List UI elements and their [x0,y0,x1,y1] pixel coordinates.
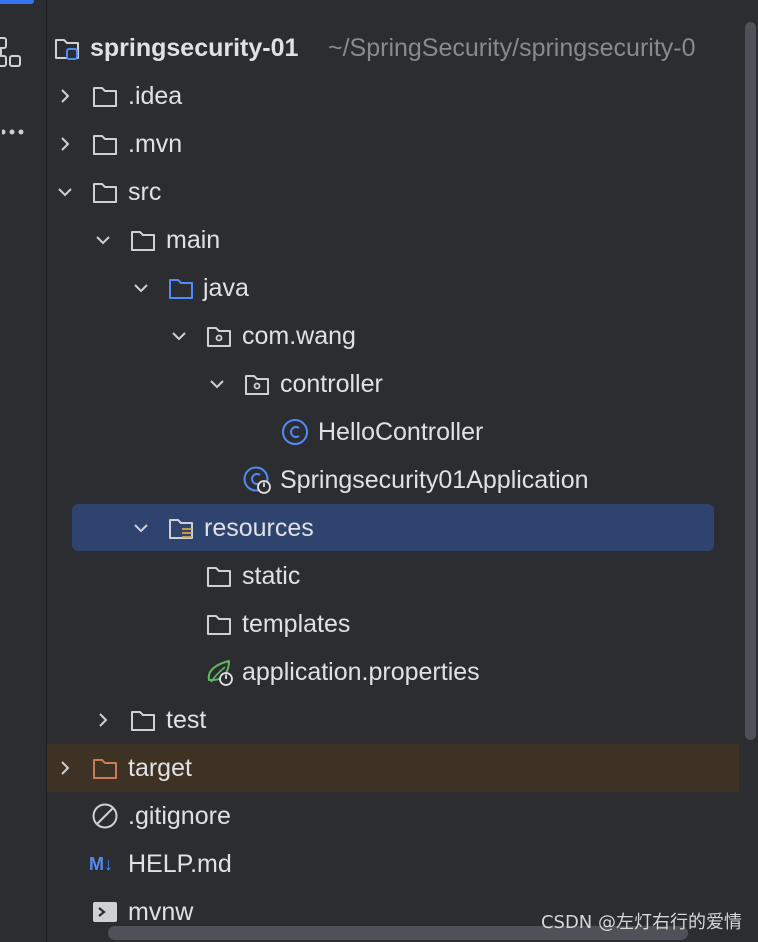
tree-label: .gitignore [128,802,231,830]
folder-icon [131,231,155,251]
tree-label: static [242,562,301,590]
folder-icon [207,567,231,587]
watermark: CSDN @左灯右行的爱情 [540,912,742,933]
source-folder-icon [169,279,193,299]
tree-label: resources [204,514,314,542]
tree-label: mvnw [128,898,194,926]
tree-row-resources[interactable]: resources [47,504,739,552]
tree-row-templates[interactable]: templates [47,600,739,648]
folder-icon [207,615,231,635]
chevron-down-icon[interactable] [169,326,189,346]
tree-label: HELP.md [128,850,232,878]
tree-label: main [166,226,221,254]
chevron-down-icon[interactable] [131,518,151,538]
chevron-right-icon[interactable] [55,758,75,778]
tree-row-package-controller[interactable]: controller [47,360,739,408]
tree-row-main[interactable]: main [47,216,739,264]
project-tree: springsecurity-01 ~/SpringSecurity/sprin… [47,0,758,942]
tree-label: application.properties [242,658,480,686]
spring-properties-icon [207,660,233,686]
tree-row-help-md[interactable]: M↓ HELP.md [47,840,739,888]
ignore-file-icon [92,803,118,829]
folder-icon [93,183,117,203]
tree-row-application-properties[interactable]: application.properties [47,648,739,696]
chevron-right-icon[interactable] [55,134,75,154]
tree-label: .idea [128,82,183,110]
spring-boot-app-icon [243,466,271,494]
tree-row-gitignore[interactable]: .gitignore [47,792,739,840]
tree-row-java[interactable]: java [47,264,739,312]
tree-row-target[interactable]: target [47,744,739,792]
tree-label: templates [242,610,351,638]
tree-label: src [128,178,162,206]
tree-row-hello-controller[interactable]: HelloController [47,408,739,456]
folder-icon [93,87,117,107]
class-icon [282,419,308,445]
more-icon[interactable] [2,124,26,140]
excluded-folder-icon [93,759,117,779]
folder-icon [131,711,155,731]
structure-icon[interactable] [0,36,24,72]
tree-label: target [128,754,192,782]
chevron-right-icon[interactable] [55,86,75,106]
project-path: ~/SpringSecurity/springsecurity-0 [328,34,696,62]
tree-label: Springsecurity01Application [280,466,589,494]
active-tool-indicator [0,0,34,4]
tree-row-mvn[interactable]: .mvn [47,120,739,168]
tree-row-test[interactable]: test [47,696,739,744]
project-tool-window: springsecurity-01 ~/SpringSecurity/sprin… [0,0,758,942]
shell-script-icon [93,902,117,922]
chevron-down-icon[interactable] [131,278,151,298]
package-icon [207,327,231,347]
tree-row-project-root[interactable]: springsecurity-01 ~/SpringSecurity/sprin… [47,24,739,72]
tree-row-application-class[interactable]: Springsecurity01Application [47,456,739,504]
tree-label: com.wang [242,322,356,350]
package-icon [245,375,269,395]
tree-row-src[interactable]: src [47,168,739,216]
tree-label: controller [280,370,383,398]
chevron-right-icon[interactable] [93,710,113,730]
project-name: springsecurity-01 [90,34,299,62]
tree-label: test [166,706,207,734]
resources-folder-icon [169,519,193,539]
tree-row-package-com-wang[interactable]: com.wang [47,312,739,360]
chevron-down-icon[interactable] [207,374,227,394]
chevron-down-icon[interactable] [55,182,75,202]
tree-row-idea[interactable]: .idea [47,72,739,120]
module-icon [55,39,79,60]
tree-label: HelloController [318,418,484,446]
tree-label: java [203,274,249,302]
vertical-scrollbar[interactable] [745,22,756,740]
folder-icon [93,135,117,155]
tree-row-static[interactable]: static [47,552,739,600]
tool-window-sidebar [0,0,47,942]
markdown-icon: M↓ [89,854,113,874]
tree-label: .mvn [128,130,183,158]
chevron-down-icon[interactable] [93,230,113,250]
